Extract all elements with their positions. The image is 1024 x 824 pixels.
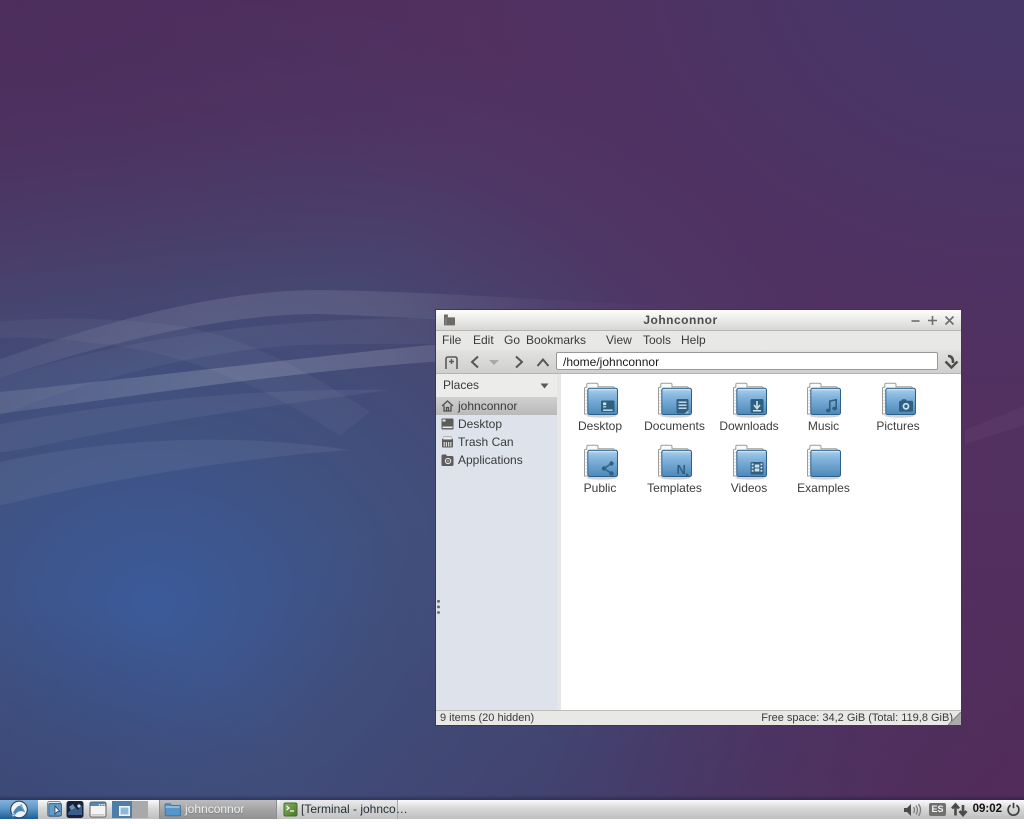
svg-text:N: N [677, 462, 686, 477]
